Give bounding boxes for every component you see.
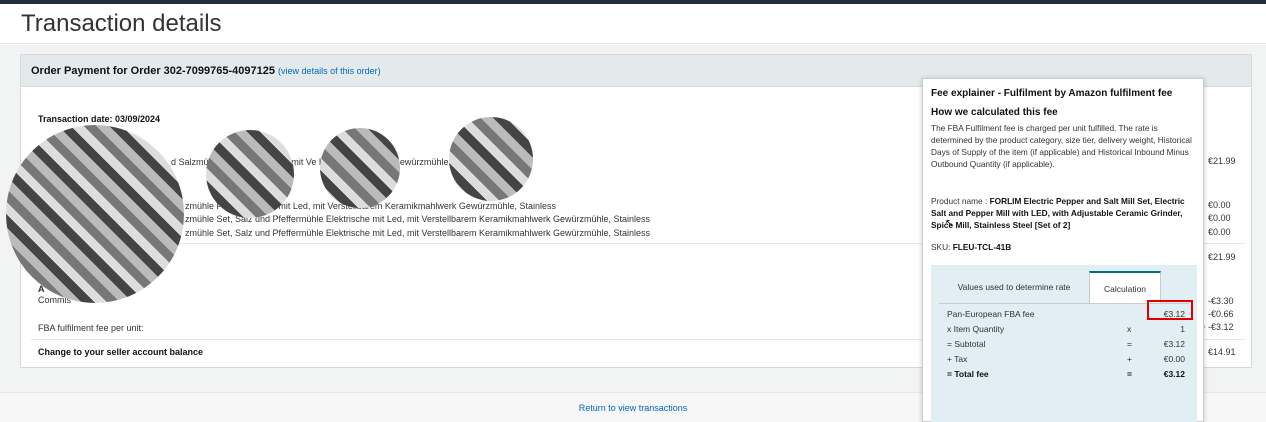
calc-operator: = xyxy=(1127,369,1132,379)
fee-explainer-popup: Fee explainer - Fulfilment by Amazon ful… xyxy=(922,78,1204,422)
calc-label: Pan-European FBA fee xyxy=(947,309,1035,319)
calc-label: = Total fee xyxy=(947,369,989,379)
fba-fee-label: FBA fulfilment fee per unit: xyxy=(38,323,144,333)
calc-row-total: = Total fee = €3.12 xyxy=(947,369,1185,381)
calc-label: + Tax xyxy=(947,354,968,364)
calc-label: = Subtotal xyxy=(947,339,986,349)
calc-row: x Item Quantity x 1 xyxy=(947,324,1185,336)
redacted-image-blur xyxy=(206,130,294,218)
calc-row: + Tax + €0.00 xyxy=(947,354,1185,366)
product-name-label: Product name : xyxy=(931,196,988,206)
tab-calculation[interactable]: Calculation xyxy=(1089,271,1161,303)
highlight-box xyxy=(1147,300,1193,320)
amount-fee-1: -€3.30 xyxy=(1208,296,1234,306)
amount-row-3: €0.00 xyxy=(1208,213,1231,223)
popup-description: The FBA Fulfilment fee is charged per un… xyxy=(931,123,1192,169)
sku-value: FLEU-TCL-41B xyxy=(952,242,1012,252)
calculation-panel: Values used to determine rate Calculatio… xyxy=(931,265,1197,422)
calc-value: €0.00 xyxy=(1163,354,1185,364)
sku-label: SKU: xyxy=(931,242,951,252)
page-header: Transaction details xyxy=(0,4,1266,44)
item-row-4: zmühle Set, Salz und Pfeffermühle Elektr… xyxy=(185,228,651,238)
popup-title: Fee explainer - Fulfilment by Amazon ful… xyxy=(931,88,1173,99)
transaction-date: Transaction date: 03/09/2024 xyxy=(38,114,161,124)
tab-values-used[interactable]: Values used to determine rate xyxy=(939,271,1089,303)
calc-operator: + xyxy=(1127,354,1132,364)
calc-row: = Subtotal = €3.12 xyxy=(947,339,1185,351)
calc-operator: x xyxy=(1127,324,1132,334)
balance-label: Change to your seller account balance xyxy=(38,347,204,357)
amount-row-4: €0.00 xyxy=(1208,227,1231,237)
view-order-details-link[interactable]: view details of this order xyxy=(281,66,378,76)
calc-value: 1 xyxy=(1180,324,1185,334)
amount-row-2: €0.00 xyxy=(1208,200,1231,210)
popup-heading: How we calculated this fee xyxy=(931,107,1058,118)
calc-operator: = xyxy=(1127,339,1132,349)
amount-fee-2: -€0.66 xyxy=(1208,309,1234,319)
amount-subtotal: €21.99 xyxy=(1208,252,1236,262)
amount-fba-fee: -€3.12 xyxy=(1208,322,1234,332)
page-title: Transaction details xyxy=(21,10,222,37)
redacted-image-blur xyxy=(320,128,400,208)
calc-value: €3.12 xyxy=(1163,339,1185,349)
amount-product-total: €21.99 xyxy=(1208,156,1236,166)
sku: SKU: FLEU-TCL-41B xyxy=(931,242,1011,252)
product-name: Product name : FORLIM Electric Pepper an… xyxy=(931,195,1197,231)
link-close-paren: ) xyxy=(377,66,381,76)
redacted-image-blur xyxy=(6,125,184,303)
mouse-cursor-icon: ↖ xyxy=(945,218,954,229)
card-title: Order Payment for Order 302-7099765-4097… xyxy=(31,65,275,77)
amount-balance: €14.91 xyxy=(1208,347,1236,357)
calc-label: x Item Quantity xyxy=(947,324,1005,334)
calc-value: €3.12 xyxy=(1163,369,1185,379)
redacted-image-blur xyxy=(449,117,533,201)
